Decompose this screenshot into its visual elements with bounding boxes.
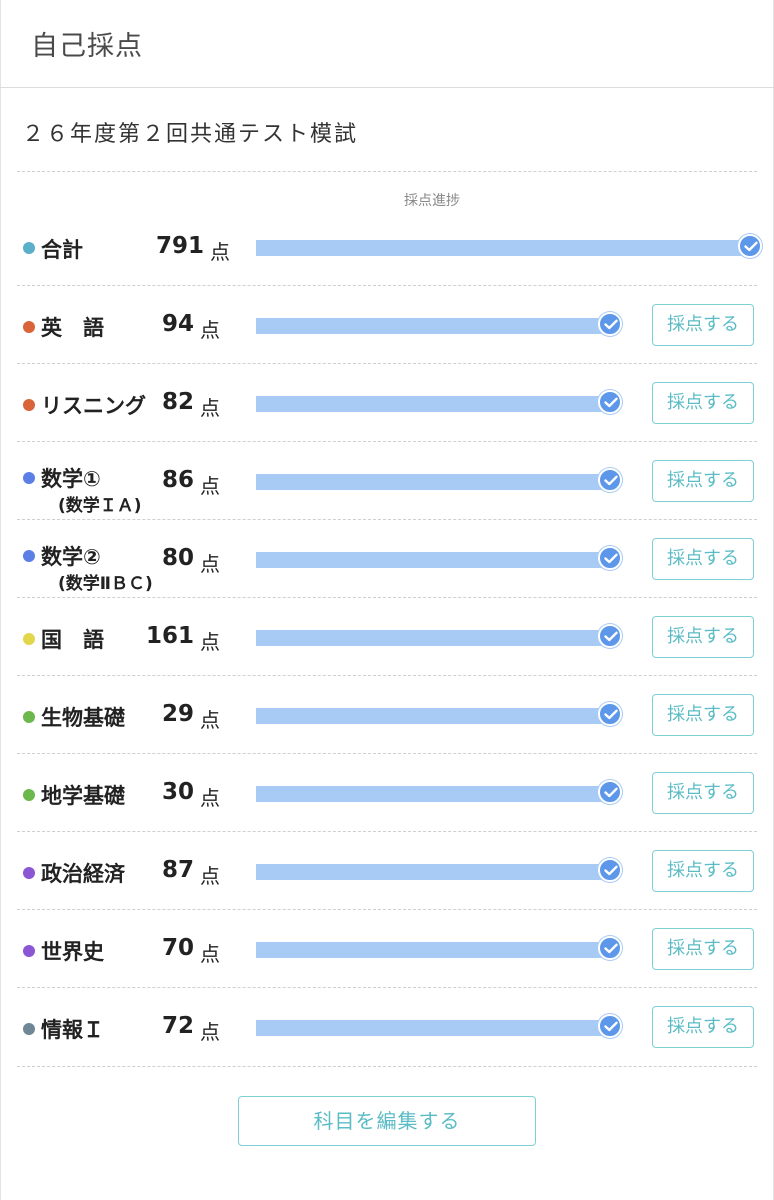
score-value: 82 <box>161 389 194 415</box>
progress-bar <box>256 396 612 412</box>
grade-button[interactable]: 採点する <box>652 694 754 736</box>
check-circle-icon <box>598 936 622 960</box>
check-circle-icon <box>738 234 762 258</box>
status-dot <box>23 321 35 333</box>
score-unit: 点 <box>200 786 220 810</box>
subject-row: 数学② (数学ⅡＢＣ) 80 点 採点する <box>0 520 774 598</box>
score-value: 30 <box>161 779 194 805</box>
progress-bar <box>256 864 612 880</box>
progress-bar <box>256 708 612 724</box>
score-value: 94 <box>161 311 194 337</box>
subject-label: 地学基礎 <box>41 784 125 808</box>
subject-row: 国 語 161 点 採点する <box>0 598 774 676</box>
score-value: 72 <box>161 1013 194 1039</box>
check-circle-icon <box>598 1014 622 1038</box>
score-value: 86 <box>161 467 194 493</box>
status-dot <box>23 633 35 645</box>
progress-bar <box>256 240 752 256</box>
check-circle-icon <box>598 312 622 336</box>
grade-button[interactable]: 採点する <box>652 772 754 814</box>
check-circle-icon <box>598 390 622 414</box>
check-circle-icon <box>598 780 622 804</box>
subject-row: 数学① (数学ＩＡ) 86 点 採点する <box>0 442 774 520</box>
subject-sublabel: (数学ⅡＢＣ) <box>58 574 153 594</box>
status-dot <box>23 789 35 801</box>
grade-button[interactable]: 採点する <box>652 1006 754 1048</box>
subject-row: 英 語 94 点 採点する <box>0 286 774 364</box>
check-circle-icon <box>598 858 622 882</box>
score-unit: 点 <box>210 240 230 264</box>
status-dot <box>23 1023 35 1035</box>
score-value: 70 <box>161 935 194 961</box>
progress-bar <box>256 786 612 802</box>
subject-row: 政治経済 87 点 採点する <box>0 832 774 910</box>
subject-row: 地学基礎 30 点 採点する <box>0 754 774 832</box>
progress-bar <box>256 630 612 646</box>
status-dot <box>23 550 35 562</box>
subject-label: 政治経済 <box>41 862 125 886</box>
divider <box>17 1066 757 1067</box>
status-dot <box>23 945 35 957</box>
progress-bar <box>256 942 612 958</box>
subject-row: 情報Ｉ 72 点 採点する <box>0 988 774 1066</box>
subject-row: リスニング 82 点採点する <box>0 364 774 442</box>
exam-title: ２６年度第２回共通テスト模試 <box>22 122 359 147</box>
check-circle-icon <box>598 546 622 570</box>
page-title: 自己採点 <box>31 31 143 62</box>
grade-button[interactable]: 採点する <box>652 928 754 970</box>
subject-label: 英 語 <box>41 316 104 340</box>
status-dot <box>23 472 35 484</box>
score-unit: 点 <box>200 396 220 420</box>
subject-sublabel: (数学ＩＡ) <box>58 496 142 516</box>
progress-bar <box>256 552 612 568</box>
score-unit: 点 <box>200 552 220 576</box>
subject-label: 情報Ｉ <box>41 1018 104 1042</box>
subject-row: 生物基礎 29 点 採点する <box>0 676 774 754</box>
score-unit: 点 <box>200 630 220 654</box>
grade-button[interactable]: 採点する <box>652 304 754 346</box>
subject-label: 生物基礎 <box>41 706 125 730</box>
status-dot <box>23 242 35 254</box>
grade-button[interactable]: 採点する <box>652 616 754 658</box>
status-dot <box>23 711 35 723</box>
subject-label: 世界史 <box>41 940 104 964</box>
check-circle-icon <box>598 702 622 726</box>
score-unit: 点 <box>200 318 220 342</box>
check-circle-icon <box>598 468 622 492</box>
subject-label: 数学② <box>41 545 101 569</box>
score-unit: 点 <box>200 942 220 966</box>
grade-button[interactable]: 採点する <box>652 850 754 892</box>
score-value: 161 <box>145 623 194 649</box>
score-value: 87 <box>161 857 194 883</box>
score-value: 29 <box>161 701 194 727</box>
subject-row: 世界史 70 点 採点する <box>0 910 774 988</box>
progress-bar <box>256 1020 612 1036</box>
grade-button[interactable]: 採点する <box>652 382 754 424</box>
grade-button[interactable]: 採点する <box>652 460 754 502</box>
edit-subjects-button[interactable]: 科目を編集する <box>238 1096 536 1146</box>
score-value: 791 <box>155 233 204 259</box>
status-dot <box>23 867 35 879</box>
score-unit: 点 <box>200 864 220 888</box>
progress-bar <box>256 318 612 334</box>
page-header: 自己採点 <box>0 0 774 88</box>
grade-button[interactable]: 採点する <box>652 538 754 580</box>
score-unit: 点 <box>200 1020 220 1044</box>
divider <box>17 171 757 172</box>
status-dot <box>23 399 35 411</box>
score-unit: 点 <box>200 708 220 732</box>
score-value: 80 <box>161 545 194 571</box>
subject-label: 国 語 <box>41 628 104 652</box>
subject-label: 数学① <box>41 467 101 491</box>
score-unit: 点 <box>200 474 220 498</box>
total-row: 合計 791 点 <box>0 208 774 286</box>
subject-label: 合計 <box>41 238 83 262</box>
progress-bar <box>256 474 612 490</box>
check-circle-icon <box>598 624 622 648</box>
progress-caption: 採点進捗 <box>404 193 460 209</box>
